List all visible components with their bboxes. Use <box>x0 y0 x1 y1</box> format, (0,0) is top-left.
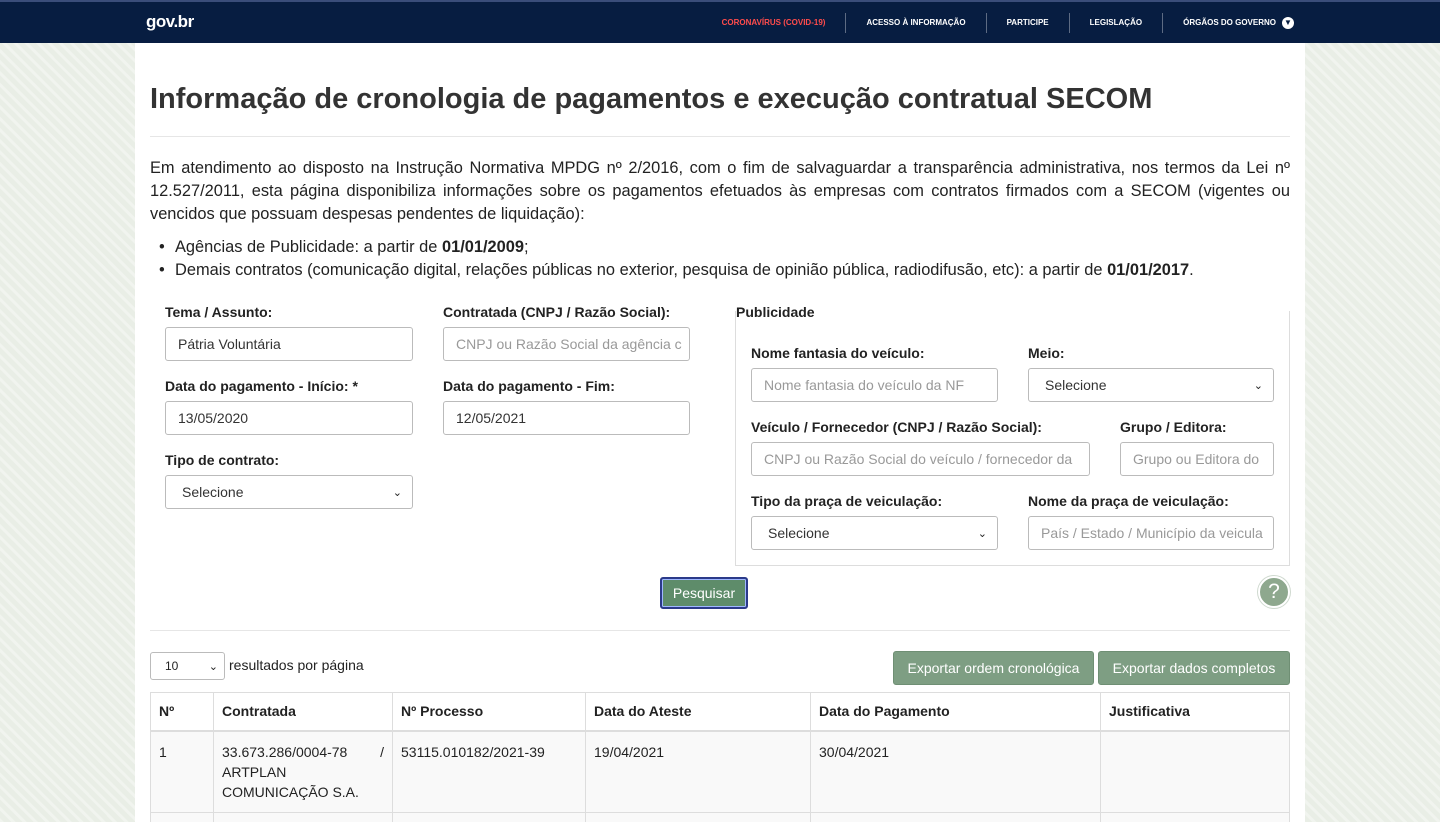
criteria-list: Agências de Publicidade: a partir de 01/… <box>159 236 1289 282</box>
contratada-label: Contratada (CNPJ / Razão Social): <box>443 304 671 320</box>
govbr-logo[interactable]: gov.br <box>146 12 194 32</box>
results-table: Nº Contratada Nº Processo Data do Ateste… <box>150 692 1290 822</box>
per-page-select[interactable]: 10 ⌄ <box>150 652 225 680</box>
table-header-row: Nº Contratada Nº Processo Data do Ateste… <box>150 692 1290 732</box>
col-pagamento[interactable]: Data do Pagamento <box>810 692 1101 732</box>
cell-processo <box>392 811 586 822</box>
search-button[interactable]: Pesquisar <box>660 577 748 609</box>
list-item: Agências de Publicidade: a partir de 01/… <box>159 236 1289 259</box>
chevron-down-icon: ⌄ <box>208 660 218 673</box>
cell-pagamento: 30/04/2021 <box>810 730 1101 813</box>
chevron-down-icon: ⌄ <box>977 527 987 540</box>
divider <box>150 630 1290 631</box>
main-content: Informação de cronologia de pagamentos e… <box>135 43 1305 822</box>
chevron-down-icon: ⌄ <box>392 486 402 499</box>
praca-tipo-label: Tipo da praça de veiculação: <box>751 493 943 509</box>
divider <box>150 136 1290 137</box>
praca-nome-input[interactable]: País / Estado / Município da veicula <box>1028 516 1274 550</box>
cell-ateste: 19/04/2021 <box>585 730 811 813</box>
table-row <box>150 811 1290 822</box>
table-row: 1 33.673.286/0004-78 / ARTPLAN COMUNICAÇÃ… <box>150 730 1290 813</box>
page-title: Informação de cronologia de pagamentos e… <box>150 83 1153 115</box>
col-numero[interactable]: Nº <box>150 692 214 732</box>
nome-fantasia-input[interactable]: Nome fantasia do veículo da NF <box>751 368 998 402</box>
bullet-end: . <box>1189 261 1194 279</box>
cell-justificativa <box>1100 730 1290 813</box>
veiculo-input[interactable]: CNPJ ou Razão Social do veículo / fornec… <box>751 442 1090 476</box>
tipo-contrato-label: Tipo de contrato: <box>165 452 280 468</box>
nav-acesso-informacao[interactable]: ACESSO À INFORMAÇÃO <box>845 12 985 33</box>
bullet-end: ; <box>524 238 529 256</box>
help-icon[interactable]: ? <box>1258 576 1290 608</box>
data-inicio-label: Data do pagamento - Início: * <box>165 378 358 394</box>
top-nav: CORONAVÍRUS (COVID-19) ACESSO À INFORMAÇ… <box>702 2 1294 43</box>
nav-orgaos-label: ÓRGÃOS DO GOVERNO <box>1183 17 1276 27</box>
per-page-label: resultados por página <box>229 657 364 673</box>
praca-tipo-select[interactable]: Selecione ⌄ <box>751 516 998 550</box>
nav-covid[interactable]: CORONAVÍRUS (COVID-19) <box>702 13 846 33</box>
tipo-contrato-select[interactable]: Selecione ⌄ <box>165 475 413 509</box>
intro-text: Em atendimento ao disposto na Instrução … <box>150 159 1290 223</box>
data-inicio-input[interactable]: 13/05/2020 <box>165 401 413 435</box>
col-justificativa[interactable]: Justificativa <box>1100 692 1290 732</box>
tema-label: Tema / Assunto: <box>165 304 273 320</box>
col-ateste[interactable]: Data do Ateste <box>585 692 811 732</box>
nav-orgaos-governo[interactable]: ÓRGÃOS DO GOVERNO ▼ <box>1162 12 1294 33</box>
tema-input[interactable]: Pátria Voluntária <box>165 327 413 361</box>
bullet-text: Demais contratos (comunicação digital, r… <box>175 261 1108 279</box>
top-bar: gov.br CORONAVÍRUS (COVID-19) ACESSO À I… <box>0 0 1440 43</box>
contratada-input[interactable]: CNPJ ou Razão Social da agência c <box>443 327 690 361</box>
nav-participe[interactable]: PARTICIPE <box>985 12 1069 33</box>
cell-razao-social: ARTPLAN COMUNICAÇÃO S.A. <box>222 763 359 800</box>
data-fim-input[interactable]: 12/05/2021 <box>443 401 690 435</box>
bullet-text: Agências de Publicidade: a partir de <box>175 238 442 256</box>
meio-value: Selecione <box>1045 377 1107 393</box>
nome-fantasia-label: Nome fantasia do veículo: <box>751 345 925 361</box>
praca-nome-label: Nome da praça de veiculação: <box>1028 493 1229 509</box>
grupo-input[interactable]: Grupo ou Editora do <box>1120 442 1274 476</box>
grupo-label: Grupo / Editora: <box>1120 419 1227 435</box>
praca-tipo-value: Selecione <box>768 525 830 541</box>
chevron-down-icon: ⌄ <box>1253 379 1263 392</box>
cell-sep: / <box>380 743 384 760</box>
cell-justificativa <box>1100 811 1290 822</box>
per-page-value: 10 <box>165 659 179 673</box>
chevron-down-icon: ▼ <box>1282 16 1294 29</box>
tipo-contrato-value: Selecione <box>182 484 244 500</box>
cell-numero <box>150 811 214 822</box>
meio-select[interactable]: Selecione ⌄ <box>1028 368 1274 402</box>
cell-cnpj: 33.673.286/0004-78 <box>222 743 348 760</box>
cell-pagamento <box>810 811 1101 822</box>
list-item: Demais contratos (comunicação digital, r… <box>159 259 1289 282</box>
export-full-button[interactable]: Exportar dados completos <box>1098 651 1290 685</box>
data-fim-label: Data do pagamento - Fim: <box>443 378 615 394</box>
col-contratada[interactable]: Contratada <box>213 692 393 732</box>
cell-contratada: 33.673.286/0004-78 / ARTPLAN COMUNICAÇÃO … <box>213 730 393 813</box>
bullet-date: 01/01/2017 <box>1107 261 1190 279</box>
bullet-date: 01/01/2009 <box>441 238 525 256</box>
col-processo[interactable]: Nº Processo <box>392 692 586 732</box>
cell-contratada <box>213 811 393 822</box>
cell-ateste <box>585 811 811 822</box>
cell-processo: 53115.010182/2021-39 <box>392 730 586 813</box>
meio-label: Meio: <box>1028 345 1065 361</box>
nav-legislacao[interactable]: LEGISLAÇÃO <box>1068 12 1162 33</box>
export-chronological-button[interactable]: Exportar ordem cronológica <box>893 651 1094 685</box>
cell-numero: 1 <box>150 730 214 813</box>
veiculo-label: Veículo / Fornecedor (CNPJ / Razão Socia… <box>751 419 1042 435</box>
